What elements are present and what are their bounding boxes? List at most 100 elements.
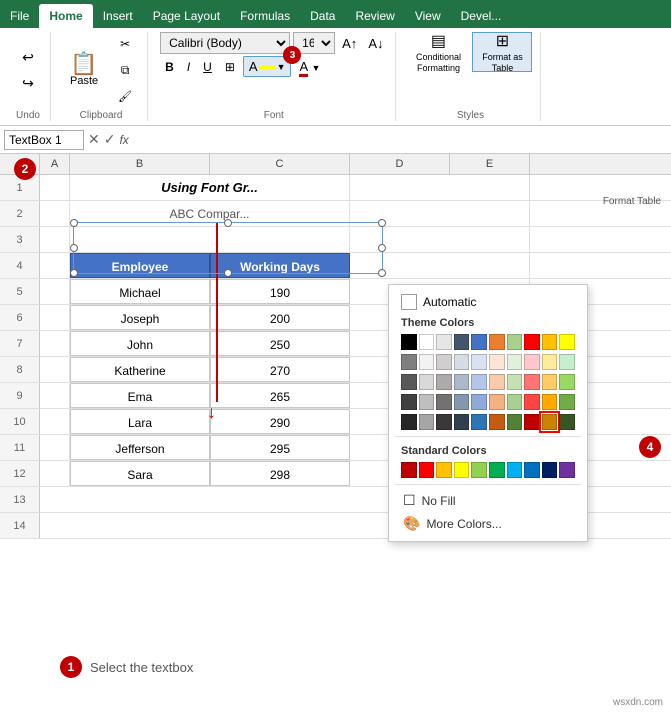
cell-b1[interactable]: Using Font Gr...	[70, 175, 350, 200]
cell-b9[interactable]: Ema	[70, 383, 210, 408]
swatch-blue[interactable]	[471, 334, 487, 350]
tab-review[interactable]: Review	[345, 4, 404, 28]
swatch-light-gray-2[interactable]	[419, 374, 435, 390]
copy-button[interactable]: ⧉	[111, 58, 139, 82]
italic-button[interactable]: I	[182, 57, 195, 77]
cell-c5[interactable]: 190	[210, 279, 350, 304]
confirm-formula-icon[interactable]: ✓	[104, 131, 116, 148]
cell-c11[interactable]: 295	[210, 435, 350, 460]
more-colors-option[interactable]: 🎨 More Colors...	[395, 512, 581, 535]
borders-button[interactable]: ⊞	[220, 57, 240, 77]
insert-function-icon[interactable]: fx	[119, 133, 128, 147]
swatch-medium-light-gray[interactable]	[436, 354, 452, 370]
handle-tr[interactable]	[378, 219, 386, 227]
bold-button[interactable]: B	[160, 57, 179, 77]
swatch-red[interactable]	[524, 334, 540, 350]
handle-tl[interactable]	[70, 219, 78, 227]
font-color-arrow[interactable]: ▼	[312, 63, 321, 73]
cell-a11[interactable]	[40, 435, 70, 460]
col-header-a[interactable]: A	[40, 154, 70, 174]
name-box[interactable]: TextBox 1	[4, 130, 84, 150]
swatch-dark-orange[interactable]	[489, 414, 505, 430]
tab-file[interactable]: File	[0, 4, 39, 28]
swatch-medium-gray[interactable]	[436, 374, 452, 390]
cell-b11[interactable]: Jefferson	[70, 435, 210, 460]
swatch-medium-gray-2[interactable]	[436, 394, 452, 410]
paste-button[interactable]: 📋 Paste	[63, 50, 105, 90]
swatch-dark-green[interactable]	[507, 414, 523, 430]
std-swatch-lime[interactable]	[471, 462, 487, 478]
cell-b10[interactable]: Lara	[70, 409, 210, 434]
swatch-very-light-orange[interactable]	[489, 354, 505, 370]
highlight-dropdown-arrow[interactable]: ▼	[277, 62, 286, 72]
cancel-formula-icon[interactable]: ✕	[88, 131, 100, 148]
cell-a3[interactable]	[40, 227, 70, 252]
cell-a5[interactable]	[40, 279, 70, 304]
color-auto-option[interactable]: Automatic	[395, 291, 581, 313]
swatch-dark-blue-gray[interactable]	[454, 334, 470, 350]
cell-c6[interactable]: 200	[210, 305, 350, 330]
swatch-medium-blue[interactable]	[471, 414, 487, 430]
swatch-peach[interactable]	[489, 394, 505, 410]
increase-font-size-button[interactable]: A↑	[338, 34, 361, 53]
cell-a1[interactable]	[40, 175, 70, 200]
swatch-forest-green[interactable]	[559, 394, 575, 410]
std-swatch-dark-red[interactable]	[401, 462, 417, 478]
format-painter-button[interactable]: 🖌	[111, 84, 139, 108]
swatch-medium-green[interactable]	[559, 374, 575, 390]
cell-a10[interactable]	[40, 409, 70, 434]
tab-data[interactable]: Data	[300, 4, 345, 28]
swatch-gold[interactable]	[542, 334, 558, 350]
cell-a9[interactable]	[40, 383, 70, 408]
cell-a12[interactable]	[40, 461, 70, 486]
cell-c9[interactable]: 265	[210, 383, 350, 408]
tab-developer[interactable]: Devel...	[451, 4, 512, 28]
tab-view[interactable]: View	[405, 4, 451, 28]
swatch-medium-green-2[interactable]	[507, 394, 523, 410]
swatch-dark-red[interactable]	[524, 414, 540, 430]
tab-insert[interactable]: Insert	[93, 4, 143, 28]
cell-c12[interactable]: 298	[210, 461, 350, 486]
cell-c7[interactable]: 250	[210, 331, 350, 356]
font-name-dropdown[interactable]: Calibri (Body)	[160, 32, 290, 54]
std-swatch-green[interactable]	[489, 462, 505, 478]
swatch-dark-gray-2[interactable]	[401, 394, 417, 410]
swatch-very-dark-steel[interactable]	[454, 414, 470, 430]
tab-page-layout[interactable]: Page Layout	[143, 4, 230, 28]
cell-b8[interactable]: Katherine	[70, 357, 210, 382]
cell-a8[interactable]	[40, 357, 70, 382]
swatch-light-blue[interactable]	[471, 374, 487, 390]
conditional-formatting-button[interactable]: ▤ Conditional Formatting	[408, 32, 468, 72]
cell-d1[interactable]	[350, 175, 530, 200]
swatch-light-red[interactable]	[524, 374, 540, 390]
swatch-light-green[interactable]	[507, 334, 523, 350]
tab-home[interactable]: Home	[39, 4, 92, 28]
format-as-table-button[interactable]: ⊞ Format as Table	[472, 32, 532, 72]
swatch-very-light-yellow[interactable]	[542, 354, 558, 370]
swatch-light-gray[interactable]	[436, 334, 452, 350]
swatch-cornflower[interactable]	[471, 394, 487, 410]
handle-bl[interactable]	[70, 269, 78, 277]
cell-b12[interactable]: Sara	[70, 461, 210, 486]
std-swatch-yellow[interactable]	[454, 462, 470, 478]
no-fill-option[interactable]: ☐ No Fill	[395, 489, 581, 512]
cell-b7[interactable]: John	[70, 331, 210, 356]
handle-mr[interactable]	[378, 244, 386, 252]
cut-button[interactable]: ✂	[111, 32, 139, 56]
redo-button[interactable]: ↪	[14, 71, 42, 95]
swatch-very-light-blue[interactable]	[471, 354, 487, 370]
swatch-light-salmon[interactable]	[489, 374, 505, 390]
std-swatch-dark-blue[interactable]	[542, 462, 558, 478]
swatch-steel-blue[interactable]	[454, 394, 470, 410]
swatch-amber[interactable]	[542, 394, 558, 410]
cell-a6[interactable]	[40, 305, 70, 330]
handle-ml[interactable]	[70, 244, 78, 252]
decrease-font-size-button[interactable]: A↓	[364, 34, 387, 53]
swatch-slate[interactable]	[454, 374, 470, 390]
std-swatch-purple[interactable]	[559, 462, 575, 478]
swatch-light-green-2[interactable]	[507, 374, 523, 390]
cell-a4[interactable]	[40, 253, 70, 278]
underline-button[interactable]: U	[198, 57, 217, 77]
swatch-gray[interactable]	[401, 354, 417, 370]
cell-a7[interactable]	[40, 331, 70, 356]
